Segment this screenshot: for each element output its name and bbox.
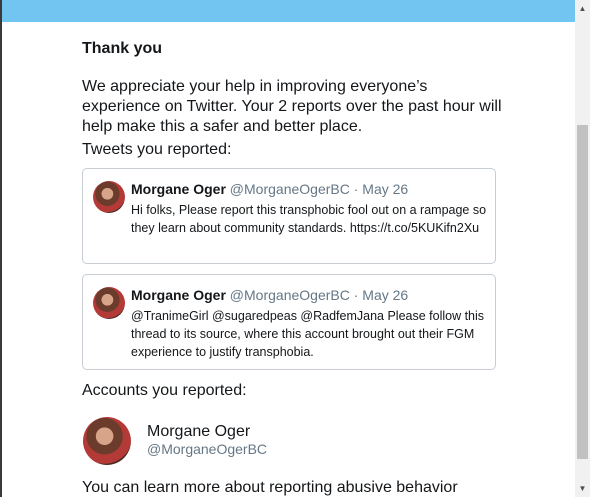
learn-more-text: You can learn more about reporting abusi… <box>82 479 458 496</box>
account-handle[interactable]: @MorganeOgerBC <box>147 441 267 457</box>
tweet-separator: · <box>353 287 359 303</box>
tweet-date: May 26 <box>362 181 409 197</box>
tweet-text: Hi folks, Please report this transphobic… <box>131 203 487 235</box>
avatar <box>93 181 125 213</box>
report-confirmation-dialog: Thank you We appreciate your help in imp… <box>2 0 575 497</box>
reported-tweet-card[interactable]: Morgane Oger @MorganeOgerBC · May 26 @Tr… <box>82 274 496 370</box>
scroll-down-arrow-icon[interactable]: ▼ <box>575 480 590 497</box>
dialog-title: Thank you <box>82 40 163 57</box>
tweet-author-handle: @MorganeOgerBC <box>229 287 350 303</box>
accounts-reported-label: Accounts you reported: <box>82 382 247 399</box>
tweet-author-handle: @MorganeOgerBC <box>229 181 350 197</box>
account-name[interactable]: Morgane Oger <box>147 423 250 441</box>
tweets-reported-label: Tweets you reported: <box>82 141 232 158</box>
thank-you-message: We appreciate your help in improving eve… <box>82 78 502 135</box>
tweet-date: May 26 <box>362 287 409 303</box>
reported-tweet-card[interactable]: Morgane Oger @MorganeOgerBC · May 26 Hi … <box>82 168 496 264</box>
scrollbar-thumb[interactable] <box>577 125 588 459</box>
tweet-header: Morgane Oger @MorganeOgerBC · May 26 <box>131 181 408 197</box>
vertical-scrollbar[interactable]: ▲ ▼ <box>575 0 590 497</box>
tweet-separator: · <box>353 181 359 197</box>
tweet-author-name: Morgane Oger <box>131 181 226 197</box>
avatar <box>93 287 125 319</box>
tweet-header: Morgane Oger @MorganeOgerBC · May 26 <box>131 287 408 303</box>
tweet-text: @TranimeGirl @sugaredpeas @RadfemJana Pl… <box>131 309 485 359</box>
tweet-author-name: Morgane Oger <box>131 287 226 303</box>
scroll-up-arrow-icon[interactable]: ▲ <box>575 0 590 17</box>
account-avatar[interactable] <box>83 417 131 465</box>
dialog-header-bar <box>2 0 575 22</box>
